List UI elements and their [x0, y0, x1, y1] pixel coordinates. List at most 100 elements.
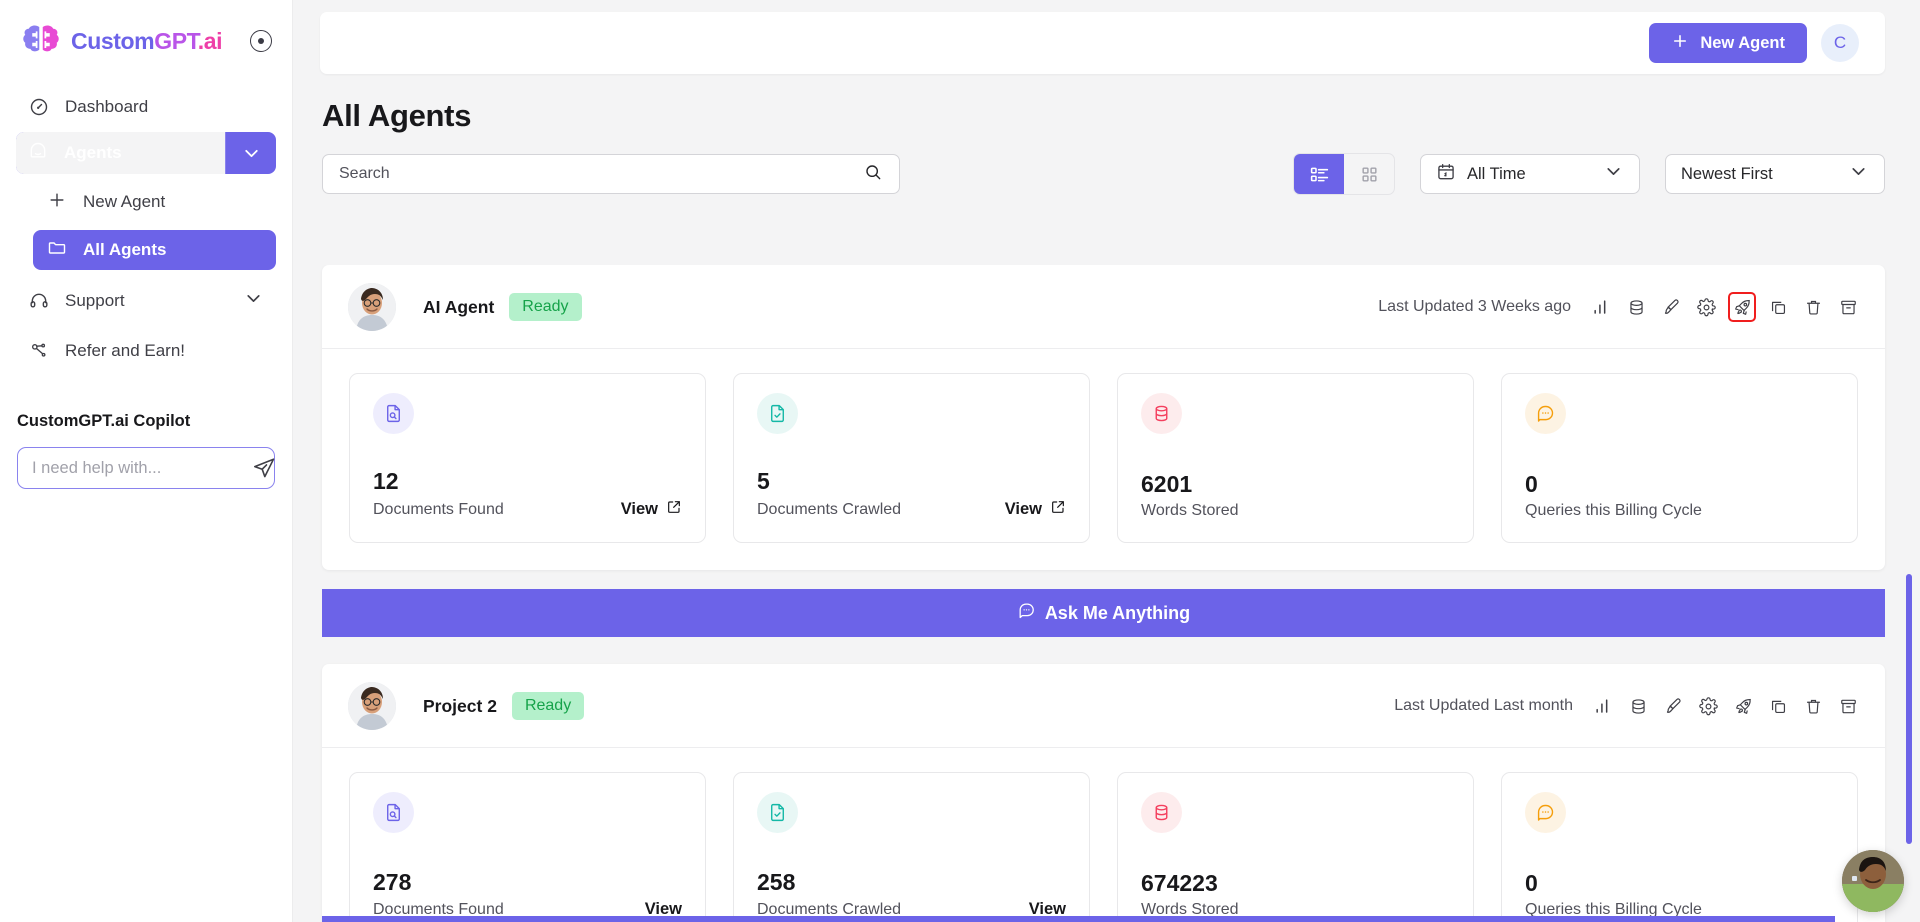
copy-icon[interactable]: [1767, 695, 1789, 717]
copy-icon[interactable]: [1767, 296, 1789, 318]
stat-card: 0 Queries this Billing Cycle: [1501, 772, 1858, 922]
analytics-bar-chart-icon[interactable]: [1590, 296, 1612, 318]
chevron-down-icon: [1848, 161, 1869, 187]
sidebar-item-new-agent[interactable]: New Agent: [33, 182, 276, 222]
rocket-deploy-icon[interactable]: [1730, 294, 1754, 320]
last-updated-text: Last Updated 3 Weeks ago: [1378, 298, 1571, 316]
sidebar-item-label: All Agents: [83, 240, 166, 260]
brand-name-part1: Custom: [71, 28, 154, 54]
support-agent-avatar[interactable]: [1842, 850, 1904, 912]
sidebar-item-agents-main[interactable]: Agents: [16, 132, 226, 174]
sidebar-item-label: Dashboard: [65, 97, 148, 117]
stat-footer: Queries this Billing Cycle: [1525, 502, 1834, 520]
stat-card: 6201 Words Stored: [1117, 373, 1474, 543]
stat-view-link[interactable]: View: [621, 499, 682, 520]
new-agent-button[interactable]: New Agent: [1649, 23, 1807, 63]
archive-icon[interactable]: [1837, 296, 1859, 318]
right-controls: All Time Newest First: [1293, 153, 1885, 195]
stat-value: 5: [757, 468, 1066, 495]
trash-icon[interactable]: [1802, 296, 1824, 318]
copilot-input[interactable]: [32, 459, 252, 478]
rocket-deploy-icon[interactable]: [1732, 695, 1754, 717]
external-link-icon: [1050, 499, 1066, 520]
vertical-scrollbar[interactable]: [1906, 574, 1912, 844]
view-toggle[interactable]: [1293, 153, 1395, 195]
agent-card: AI Agent Ready Last Updated 3 Weeks ago: [322, 265, 1885, 570]
chevron-down-icon[interactable]: [243, 288, 264, 314]
brand-name: CustomGPT.ai: [71, 28, 222, 55]
stat-label: Words Stored: [1141, 502, 1239, 520]
collapse-sidebar-icon[interactable]: [250, 30, 272, 52]
paintbrush-icon[interactable]: [1662, 695, 1684, 717]
database-icon[interactable]: [1627, 695, 1649, 717]
stat-value: 12: [373, 468, 682, 495]
gauge-icon: [28, 97, 49, 118]
folder-icon: [47, 238, 67, 263]
copilot-input-wrapper[interactable]: [17, 447, 275, 489]
agent-action-icons: [1592, 695, 1859, 717]
gear-icon[interactable]: [1695, 296, 1717, 318]
database-icon: [1141, 792, 1182, 833]
sidebar-item-all-agents[interactable]: All Agents: [33, 230, 276, 270]
gear-icon[interactable]: [1697, 695, 1719, 717]
sidebar-item-agents[interactable]: Agents: [16, 132, 276, 174]
sort-filter-label: Newest First: [1681, 165, 1837, 184]
sidebar-nav: Dashboard Agents: [0, 64, 292, 372]
sort-filter-select[interactable]: Newest First: [1665, 154, 1885, 194]
sidebar-item-refer-and-earn[interactable]: Refer and Earn!: [16, 330, 276, 372]
user-avatar[interactable]: C: [1821, 24, 1859, 62]
agent-card-header: Project 2 Ready Last Updated Last month: [322, 664, 1885, 748]
agent-card-header: AI Agent Ready Last Updated 3 Weeks ago: [322, 265, 1885, 349]
external-link-icon: [666, 499, 682, 520]
topbar: New Agent C: [320, 12, 1885, 74]
grid-view-icon[interactable]: [1344, 154, 1394, 194]
archive-icon[interactable]: [1837, 695, 1859, 717]
paintbrush-icon[interactable]: [1660, 296, 1682, 318]
agent-name: AI Agent: [423, 297, 494, 318]
list-view-icon[interactable]: [1294, 154, 1344, 194]
main-content: New Agent C All Agents: [293, 0, 1920, 922]
ask-me-anything-label: Ask Me Anything: [1045, 603, 1190, 624]
spacer: [293, 637, 1920, 664]
sidebar: CustomGPT.ai Dashboard: [0, 0, 293, 922]
plus-icon: [1671, 32, 1689, 55]
sidebar-item-label: Agents: [64, 143, 122, 163]
stat-view-label: View: [1005, 500, 1042, 519]
agent-action-icons: [1590, 294, 1859, 320]
ask-me-anything-bar[interactable]: Ask Me Anything: [322, 589, 1885, 637]
page-title: All Agents: [322, 98, 1920, 134]
share-nodes-icon: [28, 341, 49, 362]
document-check-icon: [757, 393, 798, 434]
search-input[interactable]: [339, 165, 863, 183]
document-check-icon: [757, 792, 798, 833]
search-icon[interactable]: [863, 162, 883, 187]
send-paper-plane-icon[interactable]: [252, 456, 276, 480]
stat-card: 0 Queries this Billing Cycle: [1501, 373, 1858, 543]
database-icon[interactable]: [1625, 296, 1647, 318]
agent-icon: [28, 141, 48, 166]
agent-card-meta: Last Updated 3 Weeks ago: [1378, 294, 1859, 320]
stat-view-link[interactable]: View: [1005, 499, 1066, 520]
new-agent-button-label: New Agent: [1700, 34, 1785, 53]
stat-card: 5 Documents Crawled View: [733, 373, 1090, 543]
sidebar-item-label: New Agent: [83, 192, 165, 212]
agent-stats-grid: 278 Documents Found View 258: [322, 748, 1885, 922]
brand-name-part2: GPT: [154, 28, 198, 54]
sidebar-item-label: Refer and Earn!: [65, 341, 185, 361]
sidebar-item-dashboard[interactable]: Dashboard: [16, 86, 276, 128]
date-filter-label: All Time: [1467, 165, 1592, 184]
trash-icon[interactable]: [1802, 695, 1824, 717]
analytics-bar-chart-icon[interactable]: [1592, 695, 1614, 717]
stat-value: 6201: [1141, 471, 1450, 498]
chevron-down-icon[interactable]: [226, 132, 276, 174]
stat-value: 0: [1525, 870, 1834, 897]
stat-card: 674223 Words Stored: [1117, 772, 1474, 922]
avatar: [348, 283, 396, 331]
search-box[interactable]: [322, 154, 900, 194]
date-filter-select[interactable]: All Time: [1420, 154, 1640, 194]
brand-name-part3: .ai: [198, 28, 222, 54]
stat-card: 12 Documents Found View: [349, 373, 706, 543]
bottom-progress-strip: [322, 916, 1835, 922]
agent-card-meta: Last Updated Last month: [1394, 695, 1859, 717]
sidebar-item-support[interactable]: Support: [16, 280, 276, 322]
